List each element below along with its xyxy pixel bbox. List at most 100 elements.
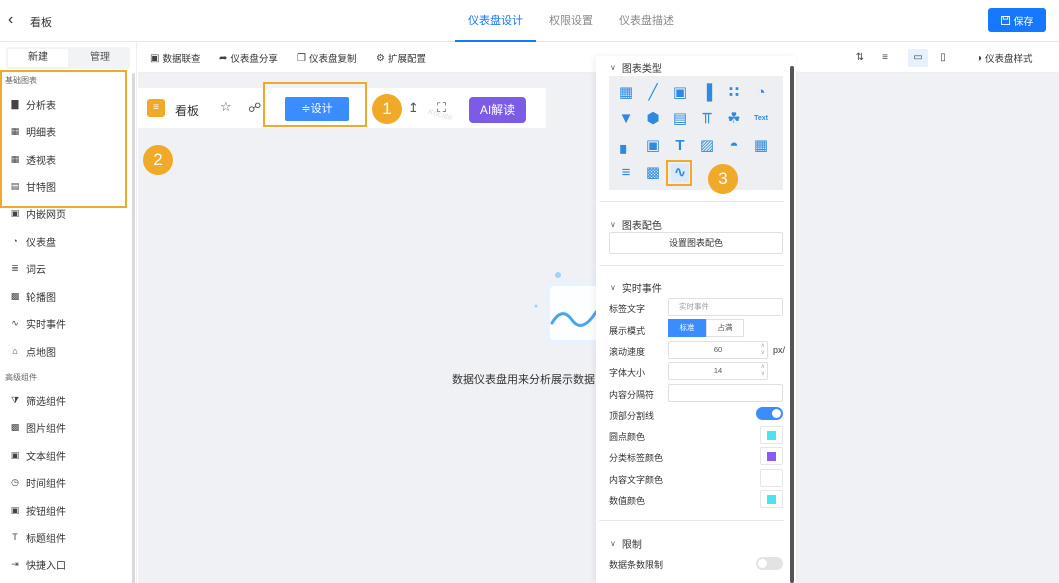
scroll-speed-unit: px/ xyxy=(773,345,786,355)
tab-manage[interactable]: 管理 xyxy=(70,47,130,69)
separator-label: 内容分隔符 xyxy=(609,390,655,400)
image-icon: ▩ xyxy=(10,422,20,432)
dashboard-doc-icon: ≡ xyxy=(147,99,165,117)
section-realtime-event[interactable]: ∨ 实时事件 xyxy=(610,280,662,295)
grid-icon[interactable]: ▦ xyxy=(752,137,770,155)
sidebar-item-realtime-event[interactable]: ∿ 实时事件 xyxy=(10,312,125,334)
category-color-picker[interactable] xyxy=(760,447,783,465)
step-badge-2: 2 xyxy=(143,145,173,175)
content-color-picker[interactable] xyxy=(760,469,783,487)
row-height-icon[interactable]: ⇅ xyxy=(850,49,870,67)
sankey-icon[interactable]: ⫪ xyxy=(698,110,716,128)
display-mode-fill[interactable]: 占满 xyxy=(706,319,744,337)
ai-interpret-button[interactable]: AI解读 xyxy=(469,97,526,123)
funnel-icon[interactable]: ▼ xyxy=(617,110,635,128)
section-divider xyxy=(599,201,784,202)
empty-state-text: 数据仪表盘用来分析展示数据 xyxy=(452,374,595,386)
sidebar-item-label: 筛选组件 xyxy=(26,396,66,408)
section-divider xyxy=(599,265,784,266)
sidebar-item-label: 快捷入口 xyxy=(26,560,66,572)
text-list-icon[interactable]: T xyxy=(671,137,689,155)
sidebar-item-word-cloud[interactable]: ≣ 词云 xyxy=(10,257,125,279)
section-title: 限制 xyxy=(621,540,642,551)
list-icon[interactable]: ≡ xyxy=(617,164,635,182)
gear-icon: ⚙ xyxy=(376,52,385,64)
bar-chart-icon[interactable]: ▐ xyxy=(698,84,716,102)
sidebar-item-time[interactable]: ◷ 时间组件 xyxy=(10,471,125,493)
scatter-icon[interactable]: ∷ xyxy=(725,84,743,102)
scroll-speed-input[interactable]: 60 ∧ ∨ xyxy=(668,341,768,359)
section-chart-color[interactable]: ∨ 图表配色 xyxy=(610,217,662,232)
display-mode-standard[interactable]: 标准 xyxy=(668,319,706,337)
color-swatch xyxy=(767,474,776,483)
realtime-event-icon: ∿ xyxy=(11,318,19,328)
dual-axis-icon[interactable]: ▖ xyxy=(617,137,635,155)
sidebar-item-point-map[interactable]: ⌂ 点地图 xyxy=(10,340,125,362)
save-button[interactable]: 保存 xyxy=(988,8,1046,32)
value-color-picker[interactable] xyxy=(760,490,783,508)
chevron-left-icon[interactable]: ‹ xyxy=(8,11,22,29)
stepper-icon[interactable]: ∧ ∨ xyxy=(761,343,765,357)
gauge-icon[interactable]: ◓ xyxy=(725,137,743,155)
scroll-speed-value: 60 xyxy=(713,345,723,354)
sidebar-item-carousel[interactable]: ▩ 轮播图 xyxy=(10,285,125,307)
top-divider-toggle[interactable] xyxy=(756,407,783,420)
section-title: 实时事件 xyxy=(621,284,662,295)
share-button[interactable]: ➦ 仪表盘分享 xyxy=(219,51,278,66)
set-chart-color-button[interactable]: 设置图表配色 xyxy=(609,232,783,254)
dashboard-style-button[interactable]: ◑ 仪表盘样式 xyxy=(976,51,1033,66)
sidebar-item-shortcut[interactable]: ⇥ 快捷入口 xyxy=(10,553,125,575)
image-icon[interactable]: ▩ xyxy=(644,164,662,182)
tab-dashboard-design[interactable]: 仪表盘设计 xyxy=(455,0,536,42)
map-icon[interactable]: ☘ xyxy=(725,110,743,128)
dot-color-picker[interactable] xyxy=(760,426,783,444)
table-icon[interactable]: ▦ xyxy=(617,84,635,102)
section-chart-type[interactable]: ∨ 图表类型 xyxy=(610,60,662,75)
chevron-down-icon: ∨ xyxy=(610,63,616,72)
data-limit-toggle[interactable] xyxy=(756,557,783,570)
tab-permission-settings[interactable]: 权限设置 xyxy=(536,0,606,42)
pie-icon[interactable]: ◔ xyxy=(752,84,770,102)
trend-icon[interactable]: ▨ xyxy=(698,137,716,155)
link-icon[interactable]: ☍ xyxy=(248,100,261,116)
step-badge-1: 1 xyxy=(372,94,402,124)
sidebar-item-filter[interactable]: ⧩ 筛选组件 xyxy=(10,389,125,411)
sidebar-item-label: 文本组件 xyxy=(26,451,66,463)
text-chart-icon[interactable]: Text xyxy=(752,110,770,128)
row-spacing-icon[interactable]: ≡ xyxy=(875,49,895,67)
font-size-input[interactable]: 14 ∧ ∨ xyxy=(668,362,768,380)
section-limit[interactable]: ∨ 限制 xyxy=(610,536,642,551)
data-link-button[interactable]: ▣ 数据联查 xyxy=(150,51,200,66)
panel-scrollbar[interactable] xyxy=(790,66,794,583)
stepper-icon[interactable]: ∧ ∨ xyxy=(761,364,765,378)
code-icon[interactable]: ▣ xyxy=(644,137,662,155)
sidebar-item-button[interactable]: ▣ 按钮组件 xyxy=(10,499,125,521)
star-icon[interactable]: ☆ xyxy=(220,99,232,115)
top-divider-label: 顶部分割线 xyxy=(609,411,655,421)
kpi-icon[interactable]: ▣ xyxy=(671,84,689,102)
radar-icon[interactable]: ⬢ xyxy=(644,110,662,128)
sidebar-item-title[interactable]: T 标题组件 xyxy=(10,526,125,548)
export-icon[interactable]: ↥ xyxy=(408,100,419,116)
toggle-knob xyxy=(758,559,767,568)
extension-config-button[interactable]: ⚙ 扩展配置 xyxy=(376,51,426,66)
data-limit-label: 数据条数限制 xyxy=(609,560,664,570)
sidebar-item-image[interactable]: ▩ 图片组件 xyxy=(10,416,125,438)
sidebar-scrollbar[interactable] xyxy=(132,73,135,583)
save-icon xyxy=(1000,15,1010,25)
copy-button[interactable]: ❐ 仪表盘复制 xyxy=(297,51,356,66)
mobile-view-icon[interactable]: ▯ xyxy=(933,49,953,67)
copy-icon: ❐ xyxy=(297,52,306,64)
tab-dashboard-description[interactable]: 仪表盘描述 xyxy=(606,0,687,42)
save-label: 保存 xyxy=(1013,16,1034,28)
desktop-view-icon[interactable]: ▭ xyxy=(908,49,928,67)
separator-input[interactable] xyxy=(668,384,783,402)
tab-new[interactable]: 新建 xyxy=(8,49,68,67)
sidebar-item-gauge[interactable]: ◔ 仪表盘 xyxy=(10,230,125,252)
line-chart-icon[interactable]: ╱ xyxy=(644,84,662,102)
palette-icon: ◑ xyxy=(976,52,983,64)
section-divider xyxy=(599,520,784,521)
sidebar-item-text[interactable]: ▣ 文本组件 xyxy=(10,444,125,466)
label-text-input[interactable]: 实时事件 xyxy=(668,298,783,316)
stacked-bar-icon[interactable]: ▤ xyxy=(671,110,689,128)
